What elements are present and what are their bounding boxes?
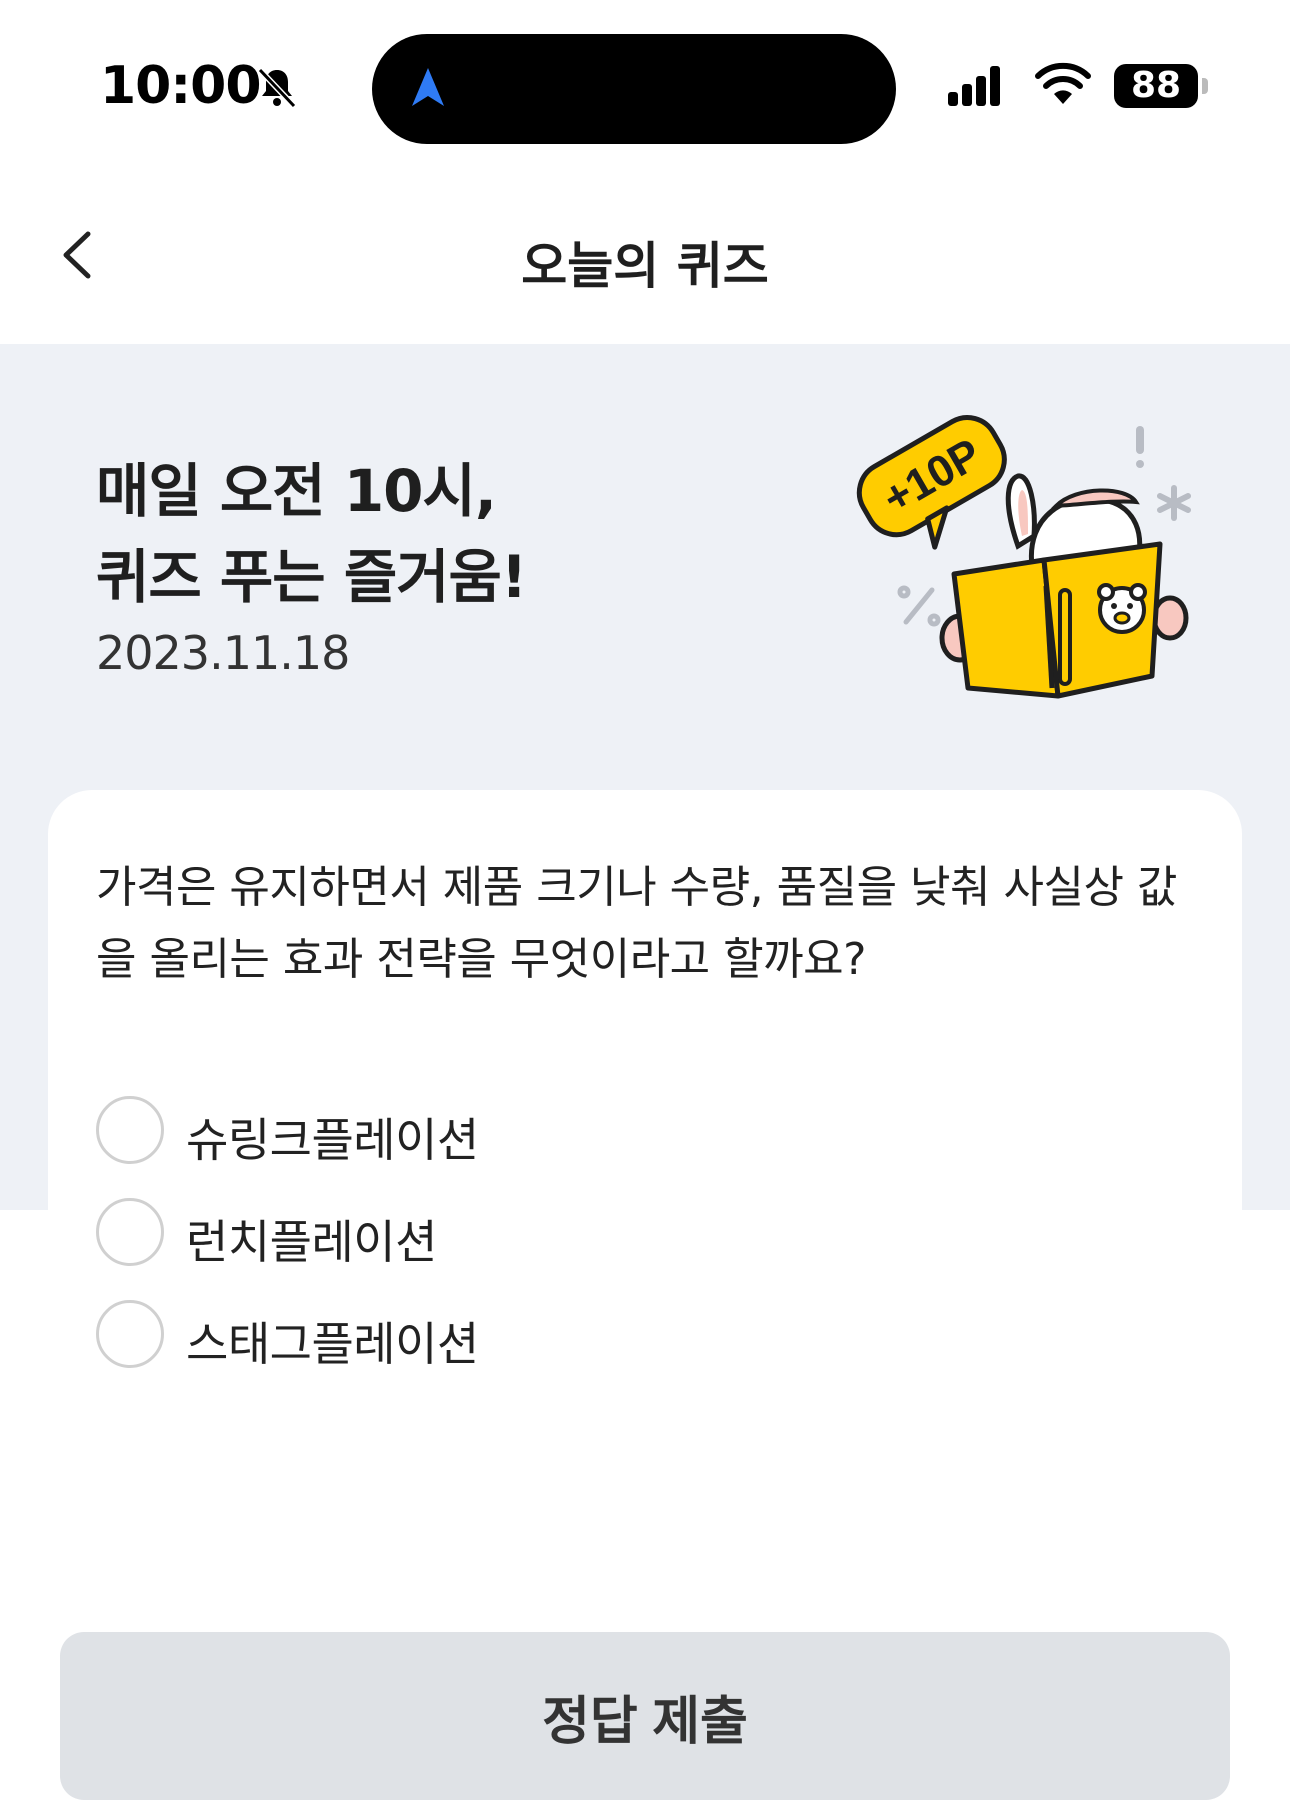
option-label: 런치플레이션: [186, 1215, 437, 1269]
battery-indicator: 88: [1114, 62, 1210, 110]
status-bar: 10:00 88: [0, 0, 1290, 170]
radio-button[interactable]: [96, 1096, 164, 1164]
hero-title-line2: 퀴즈 푸는 즐거움!: [96, 543, 527, 611]
quiz-date: 2023.11.18: [96, 626, 350, 680]
rabbit-reading-book-illustration: +10P: [856, 415, 1191, 699]
radio-button[interactable]: [96, 1300, 164, 1368]
submit-answer-button[interactable]: 정답 제출: [60, 1632, 1230, 1800]
quiz-question: 가격은 유지하면서 제품 크기나 수량, 품질을 낮춰 사실상 값을 올리는 효…: [96, 862, 1177, 985]
cellular-signal-icon: [948, 66, 1000, 106]
option-label: 슈링크플레이션: [186, 1113, 479, 1167]
radio-button[interactable]: [96, 1198, 164, 1266]
dynamic-island: [372, 34, 896, 144]
wifi-icon: [1035, 62, 1091, 104]
hero-title: 매일 오전 10시, 퀴즈 푸는 즐거움!: [96, 448, 527, 620]
hero-title-line1: 매일 오전 10시,: [96, 457, 497, 525]
status-time: 10:00: [100, 56, 262, 116]
quiz-card: 가격은 유지하면서 제품 크기나 수량, 품질을 낮춰 사실상 값을 올리는 효…: [48, 790, 1242, 1690]
battery-level: 88: [1130, 65, 1182, 106]
option-label: 스태그플레이션: [186, 1317, 479, 1371]
page-title: 오늘의 퀴즈: [521, 237, 769, 295]
bell-muted-icon: [257, 67, 297, 109]
nav-header: 오늘의 퀴즈: [0, 170, 1290, 344]
location-arrow-icon: [412, 68, 444, 106]
